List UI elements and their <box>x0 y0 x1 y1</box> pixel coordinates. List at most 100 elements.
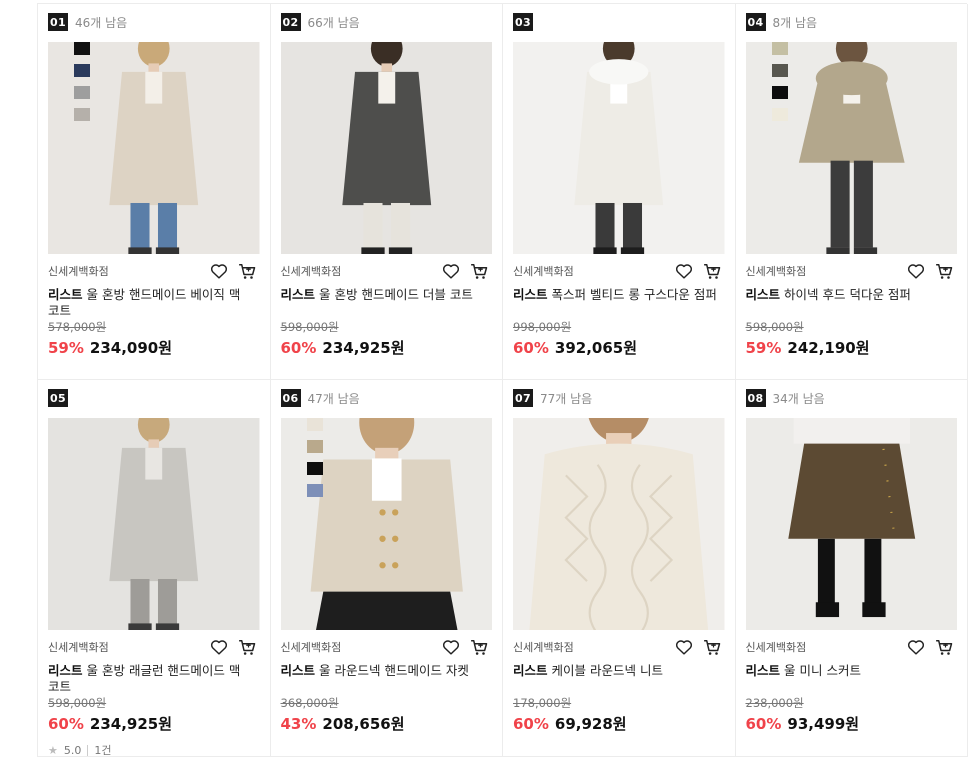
color-swatch[interactable] <box>74 86 90 99</box>
product-image[interactable] <box>48 418 260 630</box>
original-price: 238,000원 <box>745 696 804 710</box>
color-swatch[interactable] <box>306 484 323 497</box>
product-title[interactable]: 리스트 울 혼방 래글런 핸드메이드 맥 코트 <box>48 663 260 695</box>
discount-rate: 43% <box>280 715 317 733</box>
discount-rate: 60% <box>745 715 782 733</box>
product-image[interactable] <box>280 418 492 630</box>
heart-icon[interactable] <box>442 263 460 279</box>
brand-name: 리스트 <box>513 663 548 678</box>
color-swatches <box>771 42 788 121</box>
product-title[interactable]: 리스트 울 미니 스커트 <box>746 663 958 695</box>
product-card[interactable]: 01 46개 남음 신세계백화점 리스트 울 혼방 핸드메이드 베이직 맥 코트… <box>38 4 271 380</box>
product-title[interactable]: 리스트 울 라운드넥 핸드메이드 자켓 <box>281 663 493 695</box>
color-swatch[interactable] <box>771 108 788 121</box>
original-price: 368,000원 <box>280 696 339 710</box>
discount-rate: 60% <box>48 715 84 733</box>
stock-remaining: 47개 남음 <box>307 391 360 406</box>
department-store-label: 신세계백화점 <box>48 265 109 278</box>
product-image[interactable] <box>745 418 957 630</box>
color-swatch[interactable] <box>74 64 90 77</box>
cart-icon[interactable] <box>703 639 721 656</box>
rank-badge: 04 <box>745 13 766 31</box>
stock-remaining: 46개 남음 <box>75 15 128 30</box>
heart-icon[interactable] <box>907 639 925 655</box>
color-swatch[interactable] <box>74 108 90 121</box>
product-title[interactable]: 리스트 케이블 라운드넥 니트 <box>513 663 725 695</box>
product-card[interactable]: 03 신세계백화점 리스트 폭스퍼 벨티드 롱 구스다운 점퍼 998,000원… <box>503 4 736 380</box>
rank-badge: 08 <box>745 389 766 407</box>
product-image[interactable] <box>513 418 725 630</box>
product-card[interactable]: 04 8개 남음 신세계백화점 리스트 하이넥 후드 덕다운 점퍼 598,00… <box>735 4 968 380</box>
product-image[interactable] <box>48 42 260 254</box>
cart-icon[interactable] <box>703 263 721 280</box>
color-swatch[interactable] <box>771 64 788 77</box>
product-title[interactable]: 리스트 울 혼방 핸드메이드 베이직 맥 코트 <box>48 287 260 319</box>
department-store-label: 신세계백화점 <box>745 265 807 278</box>
product-card[interactable]: 05 신세계백화점 리스트 울 혼방 래글런 핸드메이드 맥 코트 598,00… <box>38 380 271 757</box>
original-price: 998,000원 <box>513 320 572 334</box>
product-photo-figure <box>745 418 957 630</box>
product-photo[interactable] <box>48 418 260 630</box>
product-image[interactable] <box>745 42 957 254</box>
color-swatch[interactable] <box>771 42 788 55</box>
product-photo-figure <box>513 418 725 630</box>
cart-icon[interactable] <box>935 639 953 656</box>
original-price: 598,000원 <box>280 320 339 334</box>
heart-icon[interactable] <box>210 639 228 655</box>
sale-price: 234,090원 <box>89 339 173 357</box>
sale-price: 242,190원 <box>787 339 870 357</box>
product-photo[interactable] <box>513 42 725 254</box>
heart-icon[interactable] <box>210 263 228 279</box>
product-card[interactable]: 06 47개 남음 신세계백화점 리스트 울 라운드넥 핸드메이드 자켓 368… <box>270 380 503 757</box>
cart-icon[interactable] <box>238 263 256 280</box>
department-store-label: 신세계백화점 <box>280 265 342 278</box>
rank-badge: 01 <box>48 13 68 31</box>
cart-icon[interactable] <box>238 639 256 656</box>
department-store-label: 신세계백화점 <box>48 641 109 654</box>
cart-icon[interactable] <box>470 639 488 656</box>
product-image[interactable] <box>513 42 725 254</box>
color-swatch[interactable] <box>306 462 323 475</box>
product-card[interactable]: 07 77개 남음 신세계백화점 리스트 케이블 라운드넥 니트 178,000… <box>503 380 736 757</box>
product-photo[interactable] <box>745 418 957 630</box>
product-title[interactable]: 리스트 폭스퍼 벨티드 롱 구스다운 점퍼 <box>513 287 725 319</box>
product-photo[interactable] <box>513 418 725 630</box>
product-title[interactable]: 리스트 하이넥 후드 덕다운 점퍼 <box>746 287 958 319</box>
color-swatch[interactable] <box>306 418 323 431</box>
product-photo-figure <box>48 418 260 630</box>
product-photo-figure <box>280 42 492 254</box>
product-photo[interactable] <box>280 42 492 254</box>
discount-rate: 60% <box>513 715 549 733</box>
department-store-label: 신세계백화점 <box>745 641 807 654</box>
product-image[interactable] <box>280 42 492 254</box>
sale-price: 234,925원 <box>322 339 405 357</box>
department-store-label: 신세계백화점 <box>513 641 574 654</box>
discount-rate: 60% <box>280 339 317 357</box>
color-swatches <box>74 42 90 121</box>
product-card[interactable]: 02 66개 남음 신세계백화점 리스트 울 혼방 핸드메이드 더블 코트 59… <box>270 4 503 380</box>
product-name: 하이넥 후드 덕다운 점퍼 <box>784 287 911 302</box>
product-card[interactable]: 08 34개 남음 신세계백화점 리스트 울 미니 스커트 238,000원 6… <box>735 380 968 757</box>
discount-rate: 60% <box>513 339 549 357</box>
rank-badge: 02 <box>280 13 301 31</box>
product-title[interactable]: 리스트 울 혼방 핸드메이드 더블 코트 <box>281 287 493 319</box>
cart-icon[interactable] <box>470 263 488 280</box>
original-price: 598,000원 <box>48 696 107 710</box>
cart-icon[interactable] <box>935 263 953 280</box>
heart-icon[interactable] <box>675 639 693 655</box>
brand-name: 리스트 <box>745 287 781 302</box>
original-price: 578,000원 <box>48 320 107 334</box>
original-price: 178,000원 <box>513 696 572 710</box>
color-swatch[interactable] <box>306 440 323 453</box>
rating-row: ★ 5.0 1건 <box>48 742 260 757</box>
sale-price: 69,928원 <box>554 715 627 733</box>
rank-badge: 07 <box>513 389 533 407</box>
color-swatch[interactable] <box>74 42 90 55</box>
review-count: 1건 <box>94 744 112 757</box>
discount-rate: 59% <box>48 339 84 357</box>
heart-icon[interactable] <box>442 639 460 655</box>
heart-icon[interactable] <box>907 263 925 279</box>
heart-icon[interactable] <box>675 263 693 279</box>
color-swatches <box>306 418 323 497</box>
color-swatch[interactable] <box>771 86 788 99</box>
